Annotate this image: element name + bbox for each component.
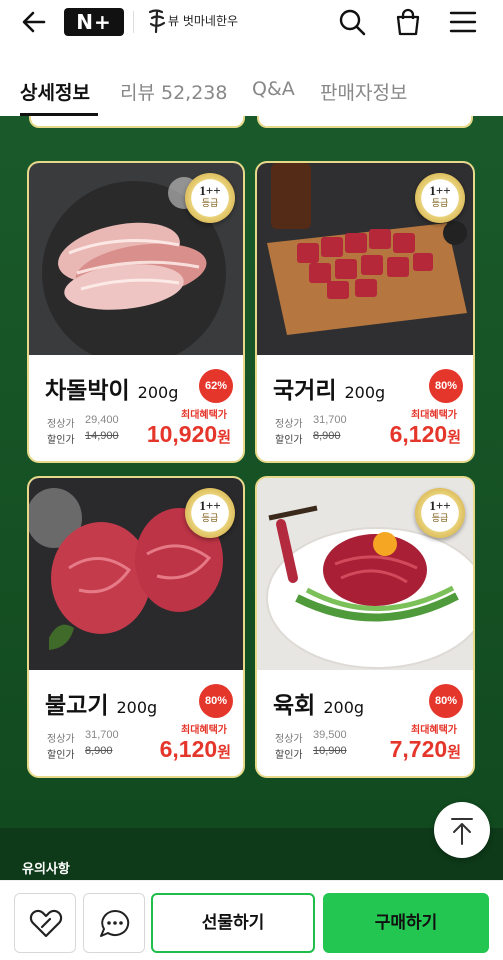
regular-price: 31,700: [313, 414, 347, 426]
buy-button[interactable]: 구매하기: [323, 893, 489, 953]
final-price: 10,920원: [146, 421, 231, 447]
regular-price: 31,700: [85, 729, 119, 741]
product-detail-image: 1++ 등급 차돌박이 200g 62% 정상가 29,400 할인가 14,9…: [0, 116, 503, 828]
header-divider: [133, 11, 134, 33]
tab-qna[interactable]: Q&A: [252, 78, 295, 100]
discount-percent-badge: 80%: [199, 684, 233, 718]
menu-icon[interactable]: [447, 6, 479, 38]
discount-price: 8,900: [85, 745, 113, 757]
product-name: 국거리 200g: [273, 378, 386, 404]
max-benefit-label: 최대혜택가: [411, 410, 457, 421]
chat-bubble-icon: [100, 909, 130, 937]
store-brand-logo[interactable]: 뷰 벗마네한우: [146, 6, 246, 36]
regular-price: 29,400: [85, 414, 119, 426]
discount-percent-badge: 62%: [199, 369, 233, 403]
tab-seller-info[interactable]: 판매자정보: [320, 78, 407, 105]
regular-price-label: 정상가: [47, 419, 75, 430]
final-price: 7,720원: [389, 736, 461, 762]
discount-price: 8,900: [313, 430, 341, 442]
grade-badge: 1++ 등급: [185, 173, 235, 223]
product-name: 차돌박이 200g: [45, 378, 179, 404]
notice-section: [0, 828, 503, 880]
max-benefit-label: 최대혜택가: [411, 725, 457, 736]
regular-price-label: 정상가: [275, 419, 303, 430]
discount-price-label: 할인가: [275, 750, 303, 761]
discount-price: 14,900: [85, 430, 119, 442]
previous-card-edge: [257, 116, 473, 128]
gift-button[interactable]: 선물하기: [151, 893, 315, 953]
previous-card-edge: [29, 116, 245, 128]
product-card[interactable]: 1++ 등급 불고기 200g 80% 정상가 31,700 할인가 8,900…: [27, 476, 245, 778]
discount-price: 10,900: [313, 745, 347, 757]
grade-badge: 1++ 등급: [185, 488, 235, 538]
shopping-bag-icon[interactable]: [392, 6, 424, 38]
product-name: 불고기 200g: [45, 693, 158, 719]
product-card[interactable]: 1++ 등급 차돌박이 200g 62% 정상가 29,400 할인가 14,9…: [27, 161, 245, 463]
grade-badge: 1++ 등급: [415, 488, 465, 538]
top-app-bar: N+ 뷰 벗마네한우: [0, 0, 503, 46]
regular-price-label: 정상가: [47, 734, 75, 745]
chat-button[interactable]: [83, 893, 145, 953]
grade-badge: 1++ 등급: [415, 173, 465, 223]
tab-reviews[interactable]: 리뷰 52,238: [120, 78, 227, 105]
brand-name: 뷰 벗마네한우: [168, 14, 239, 28]
product-card[interactable]: 1++ 등급 육회 200g 80% 정상가 39,500 할인가 10,900…: [255, 476, 475, 778]
purchase-bar: 선물하기 구매하기: [0, 880, 503, 960]
product-card[interactable]: 1++ 등급 국거리 200g 80% 정상가 31,700 할인가 8,900…: [255, 161, 475, 463]
brand-calligraphy-icon: [148, 9, 166, 34]
discount-percent-badge: 80%: [429, 369, 463, 403]
max-benefit-label: 최대혜택가: [181, 725, 227, 736]
discount-percent-badge: 80%: [429, 684, 463, 718]
discount-price-label: 할인가: [47, 750, 75, 761]
notice-title: 유의사항: [22, 861, 70, 876]
search-icon[interactable]: [336, 6, 368, 38]
arrow-up-icon: [451, 818, 473, 845]
discount-price-label: 할인가: [47, 435, 75, 446]
final-price: 6,120원: [159, 736, 231, 762]
product-name: 육회 200g: [273, 693, 365, 719]
back-arrow-icon[interactable]: [18, 6, 50, 38]
final-price: 6,120원: [389, 421, 461, 447]
max-benefit-label: 최대혜택가: [181, 410, 227, 421]
naver-plus-logo[interactable]: N+: [64, 8, 124, 36]
scroll-to-top-button[interactable]: [434, 802, 490, 858]
regular-price-label: 정상가: [275, 734, 303, 745]
detail-tabs: 상세정보 리뷰 52,238 Q&A 판매자정보: [0, 66, 503, 116]
wishlist-button[interactable]: [14, 893, 76, 953]
heart-link-icon: [29, 909, 63, 938]
regular-price: 39,500: [313, 729, 347, 741]
discount-price-label: 할인가: [275, 435, 303, 446]
tab-details[interactable]: 상세정보: [20, 78, 90, 105]
